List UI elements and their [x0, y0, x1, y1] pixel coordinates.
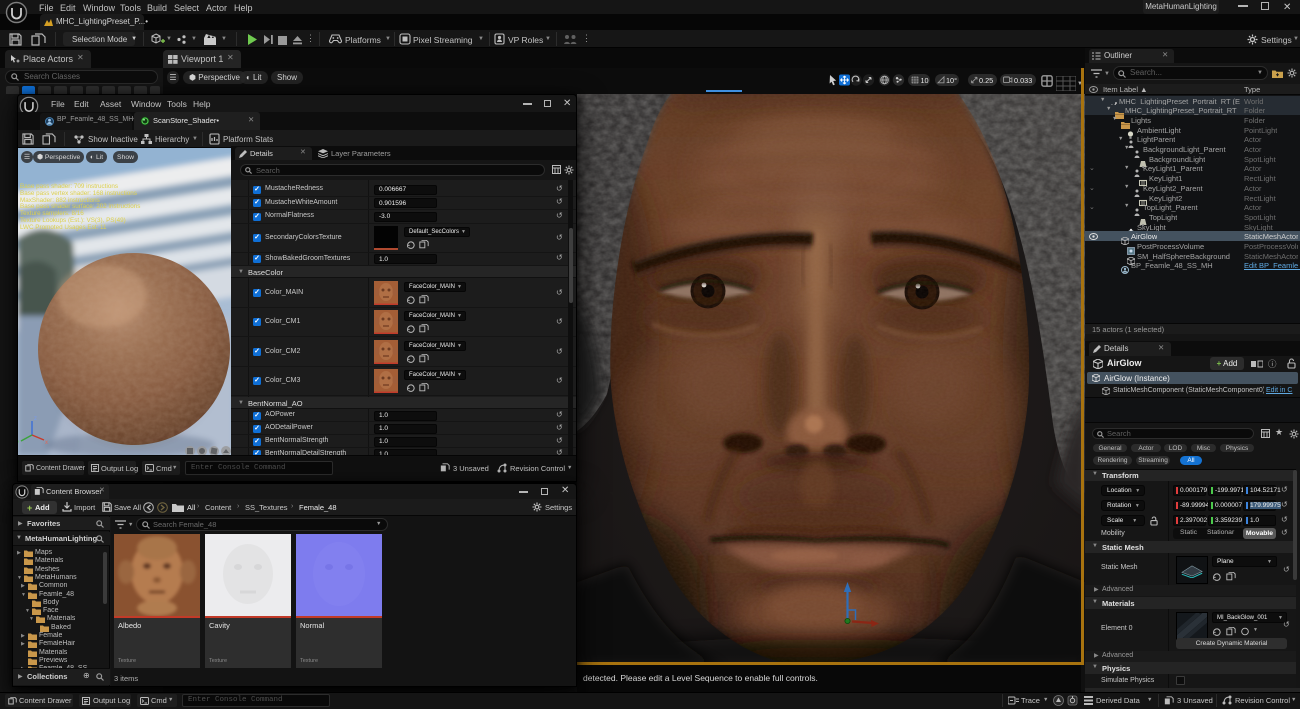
svg-text:10°: 10°: [946, 76, 957, 85]
svg-text:x: x: [45, 440, 48, 446]
svg-text:10: 10: [921, 76, 929, 85]
svg-text:y: y: [18, 440, 19, 446]
svg-text:0.033: 0.033: [1014, 76, 1032, 85]
svg-text:0.25: 0.25: [979, 76, 993, 85]
svg-text:z: z: [34, 416, 37, 422]
